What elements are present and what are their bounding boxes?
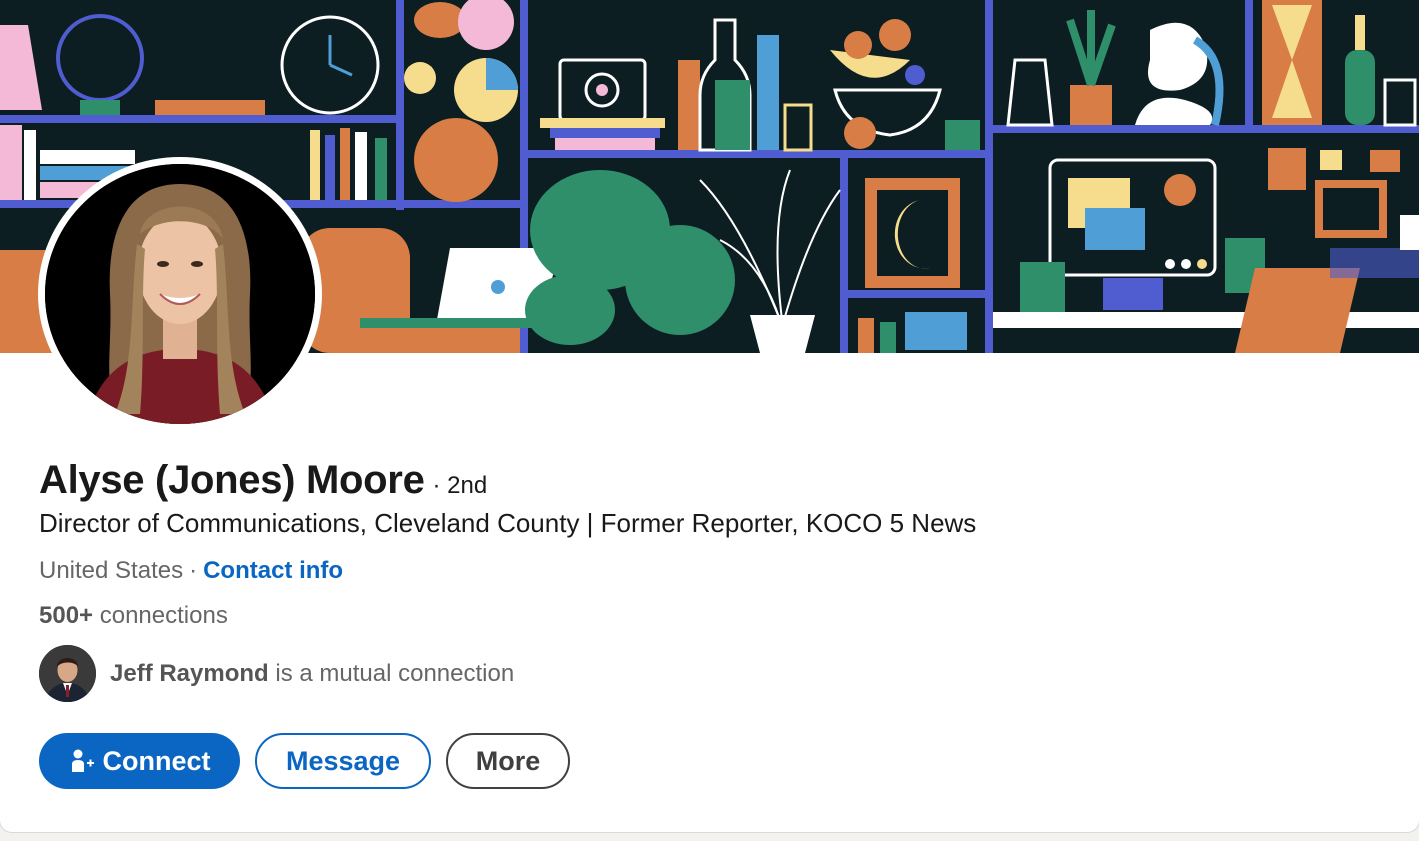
- add-person-icon: [69, 748, 95, 774]
- connect-button[interactable]: Connect: [39, 733, 240, 789]
- profile-card: Alyse (Jones) Moore · 2nd Director of Co…: [0, 0, 1419, 832]
- connections-number: 500+: [39, 602, 94, 629]
- mutual-text: Jeff Raymond is a mutual connection: [110, 660, 514, 688]
- profile-photo[interactable]: [38, 157, 322, 431]
- connection-degree: · 2nd: [432, 472, 488, 499]
- profile-headline: Director of Communications, Cleveland Co…: [39, 508, 977, 538]
- location-text: United States: [39, 557, 184, 584]
- connections-count[interactable]: 500+ connections: [39, 602, 228, 630]
- contact-info-link[interactable]: Contact info: [203, 557, 343, 584]
- more-label: More: [475, 745, 541, 776]
- more-button[interactable]: More: [446, 733, 570, 789]
- message-label: Message: [285, 745, 401, 776]
- connections-label: connections: [99, 602, 228, 629]
- connect-label: Connect: [102, 745, 211, 776]
- mutual-suffix: is a mutual connection: [275, 659, 515, 687]
- profile-actions: Connect Message More: [39, 733, 570, 789]
- profile-name: Alyse (Jones) Moore: [39, 458, 425, 502]
- separator-dot: ·: [189, 557, 198, 584]
- name-row: Alyse (Jones) Moore · 2nd: [39, 458, 487, 503]
- mutual-name[interactable]: Jeff Raymond: [110, 660, 269, 687]
- mutual-connection[interactable]: Jeff Raymond is a mutual connection: [39, 645, 514, 702]
- message-button[interactable]: Message: [255, 733, 431, 789]
- mutual-avatar[interactable]: [39, 645, 96, 702]
- location-row: United States · Contact info: [39, 557, 343, 585]
